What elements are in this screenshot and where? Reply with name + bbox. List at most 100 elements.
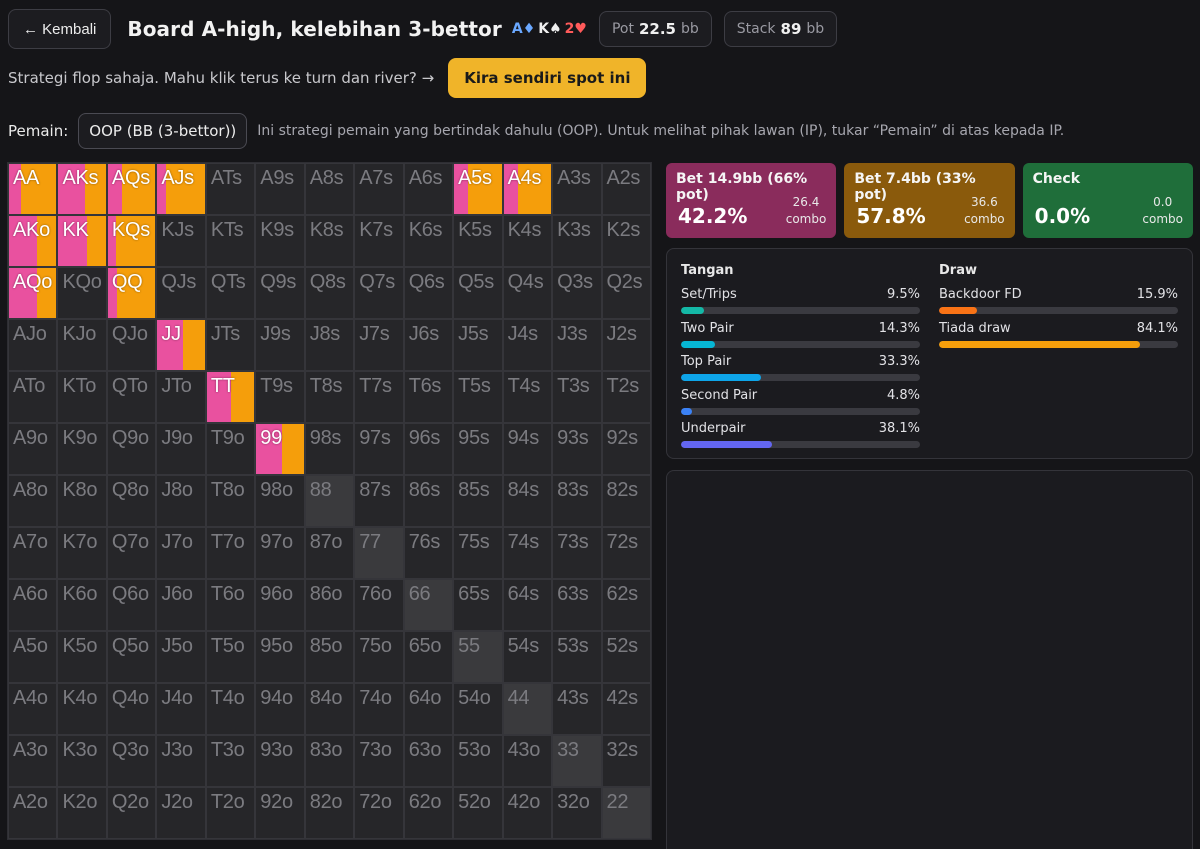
hand-cell-Q6s[interactable]: Q6s: [403, 267, 454, 319]
hand-cell-T8s[interactable]: T8s: [304, 371, 355, 423]
hand-cell-K4s[interactable]: K4s: [502, 215, 553, 267]
hand-cell-J3o[interactable]: J3o: [156, 735, 206, 787]
hand-cell-JJ[interactable]: JJ: [156, 319, 206, 371]
hand-cell-44[interactable]: 44: [502, 683, 553, 735]
hand-cell-J3s[interactable]: J3s: [552, 319, 602, 371]
hand-cell-KQs[interactable]: KQs: [106, 215, 157, 267]
hand-cell-Q3s[interactable]: Q3s: [552, 267, 602, 319]
hand-cell-43o[interactable]: 43o: [502, 735, 553, 787]
hand-cell-82o[interactable]: 82o: [304, 787, 355, 839]
hand-cell-42o[interactable]: 42o: [502, 787, 553, 839]
back-button[interactable]: ← Kembali: [8, 9, 112, 49]
hand-cell-94o[interactable]: 94o: [255, 683, 305, 735]
hand-cell-QJo[interactable]: QJo: [106, 319, 157, 371]
hand-cell-J6s[interactable]: J6s: [403, 319, 454, 371]
hand-cell-77[interactable]: 77: [354, 527, 404, 579]
hand-cell-K3s[interactable]: K3s: [552, 215, 602, 267]
hand-cell-K3o[interactable]: K3o: [57, 735, 107, 787]
hand-cell-K6o[interactable]: K6o: [57, 579, 107, 631]
hand-cell-62o[interactable]: 62o: [403, 787, 454, 839]
hand-cell-Q2s[interactable]: Q2s: [601, 267, 651, 319]
hand-cell-98o[interactable]: 98o: [255, 475, 305, 527]
hand-cell-86o[interactable]: 86o: [304, 579, 355, 631]
hand-cell-AQo[interactable]: AQo: [8, 267, 58, 319]
hand-cell-Q8o[interactable]: Q8o: [106, 475, 157, 527]
hand-cell-A3o[interactable]: A3o: [8, 735, 58, 787]
hand-cell-Q5s[interactable]: Q5s: [453, 267, 503, 319]
hand-cell-K2o[interactable]: K2o: [57, 787, 107, 839]
hand-cell-64o[interactable]: 64o: [403, 683, 454, 735]
hand-cell-J9s[interactable]: J9s: [255, 319, 305, 371]
hand-cell-J7o[interactable]: J7o: [156, 527, 206, 579]
hand-cell-64s[interactable]: 64s: [502, 579, 553, 631]
hand-cell-T3o[interactable]: T3o: [205, 735, 256, 787]
hand-cell-K5s[interactable]: K5s: [453, 215, 503, 267]
hand-cell-T2s[interactable]: T2s: [601, 371, 651, 423]
hand-cell-A4s[interactable]: A4s: [502, 163, 553, 215]
hand-cell-63o[interactable]: 63o: [403, 735, 454, 787]
hand-cell-K7s[interactable]: K7s: [354, 215, 404, 267]
hand-cell-88[interactable]: 88: [304, 475, 355, 527]
hand-cell-A9o[interactable]: A9o: [8, 423, 58, 475]
hand-cell-52s[interactable]: 52s: [601, 631, 651, 683]
hand-cell-83o[interactable]: 83o: [304, 735, 355, 787]
hand-cell-T7s[interactable]: T7s: [354, 371, 404, 423]
hand-cell-AKs[interactable]: AKs: [57, 163, 107, 215]
hand-cell-KK[interactable]: KK: [57, 215, 107, 267]
hand-cell-QTs[interactable]: QTs: [205, 267, 256, 319]
hand-cell-KTs[interactable]: KTs: [205, 215, 256, 267]
hand-cell-T5o[interactable]: T5o: [205, 631, 256, 683]
hand-cell-74o[interactable]: 74o: [354, 683, 404, 735]
hand-cell-K7o[interactable]: K7o: [57, 527, 107, 579]
hand-cell-T4s[interactable]: T4s: [502, 371, 553, 423]
hand-cell-AA[interactable]: AA: [8, 163, 58, 215]
hand-cell-AQs[interactable]: AQs: [106, 163, 157, 215]
hand-cell-K9s[interactable]: K9s: [255, 215, 305, 267]
hand-cell-A5o[interactable]: A5o: [8, 631, 58, 683]
hand-cell-96s[interactable]: 96s: [403, 423, 454, 475]
hand-cell-T3s[interactable]: T3s: [552, 371, 602, 423]
hand-cell-A6s[interactable]: A6s: [403, 163, 454, 215]
hand-cell-JTs[interactable]: JTs: [205, 319, 256, 371]
hand-cell-A9s[interactable]: A9s: [255, 163, 305, 215]
hand-cell-63s[interactable]: 63s: [552, 579, 602, 631]
hand-cell-73s[interactable]: 73s: [552, 527, 602, 579]
hand-cell-K8s[interactable]: K8s: [304, 215, 355, 267]
hand-cell-T5s[interactable]: T5s: [453, 371, 503, 423]
hand-cell-K4o[interactable]: K4o: [57, 683, 107, 735]
hand-cell-65s[interactable]: 65s: [453, 579, 503, 631]
hand-cell-53o[interactable]: 53o: [453, 735, 503, 787]
hand-cell-84o[interactable]: 84o: [304, 683, 355, 735]
hand-cell-99[interactable]: 99: [255, 423, 305, 475]
hand-cell-98s[interactable]: 98s: [304, 423, 355, 475]
hand-cell-72s[interactable]: 72s: [601, 527, 651, 579]
hand-cell-95s[interactable]: 95s: [453, 423, 503, 475]
hand-cell-Q3o[interactable]: Q3o: [106, 735, 157, 787]
hand-cell-ATs[interactable]: ATs: [205, 163, 256, 215]
hand-cell-A8o[interactable]: A8o: [8, 475, 58, 527]
hand-cell-94s[interactable]: 94s: [502, 423, 553, 475]
hand-cell-A8s[interactable]: A8s: [304, 163, 355, 215]
hand-cell-Q5o[interactable]: Q5o: [106, 631, 157, 683]
hand-cell-87s[interactable]: 87s: [354, 475, 404, 527]
hand-cell-JTo[interactable]: JTo: [156, 371, 206, 423]
hand-cell-J4o[interactable]: J4o: [156, 683, 206, 735]
hand-cell-86s[interactable]: 86s: [403, 475, 454, 527]
hand-cell-75o[interactable]: 75o: [354, 631, 404, 683]
hand-cell-85o[interactable]: 85o: [304, 631, 355, 683]
hand-cell-QTo[interactable]: QTo: [106, 371, 157, 423]
hand-cell-87o[interactable]: 87o: [304, 527, 355, 579]
hand-cell-43s[interactable]: 43s: [552, 683, 602, 735]
hand-cell-J4s[interactable]: J4s: [502, 319, 553, 371]
hand-cell-93o[interactable]: 93o: [255, 735, 305, 787]
hand-cell-Q7o[interactable]: Q7o: [106, 527, 157, 579]
hand-cell-75s[interactable]: 75s: [453, 527, 503, 579]
hand-cell-TT[interactable]: TT: [205, 371, 256, 423]
hand-cell-T8o[interactable]: T8o: [205, 475, 256, 527]
hand-cell-QJs[interactable]: QJs: [156, 267, 206, 319]
hand-cell-AKo[interactable]: AKo: [8, 215, 58, 267]
hand-cell-AJs[interactable]: AJs: [156, 163, 206, 215]
hand-cell-72o[interactable]: 72o: [354, 787, 404, 839]
hand-cell-T9o[interactable]: T9o: [205, 423, 256, 475]
hand-cell-65o[interactable]: 65o: [403, 631, 454, 683]
